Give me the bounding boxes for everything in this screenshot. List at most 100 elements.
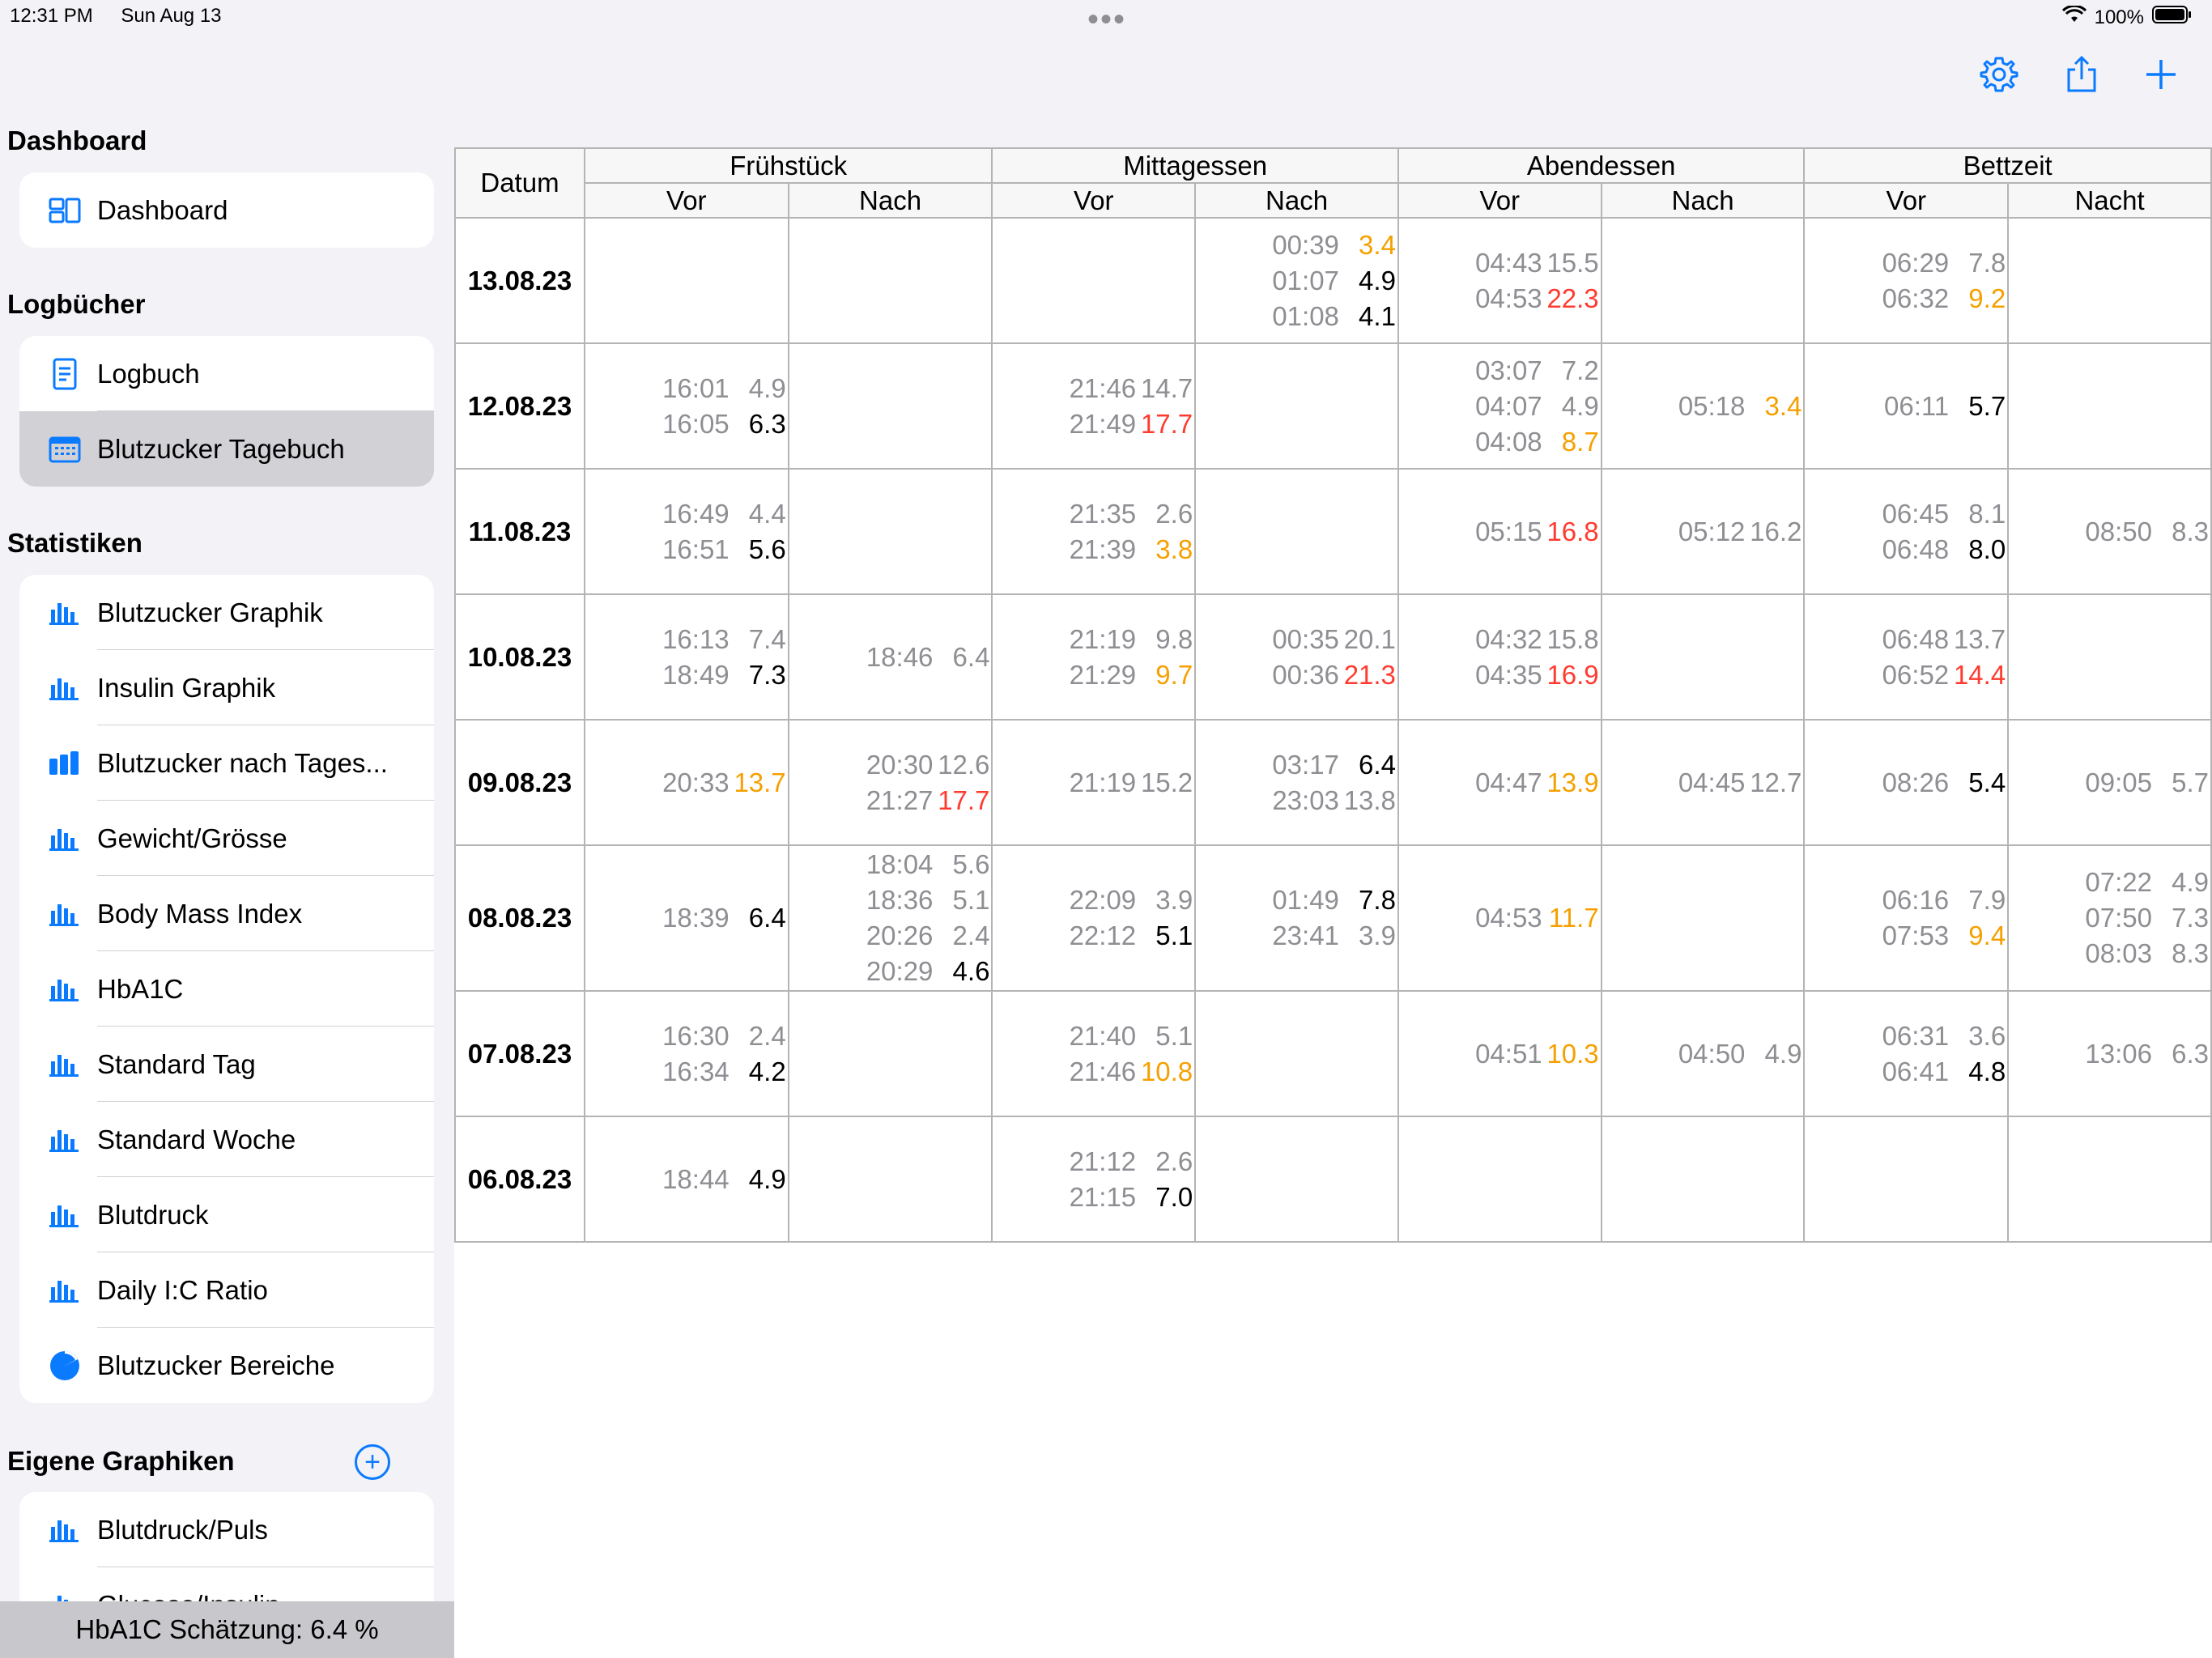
- section-stats-header: Statistiken: [7, 528, 143, 558]
- table-cell[interactable]: 04:47 13.9: [1397, 719, 1602, 846]
- table-cell[interactable]: [787, 990, 993, 1117]
- table-cell[interactable]: 06:31 3.6 06:41 4.8: [1803, 990, 2010, 1117]
- sidebar-item-blutdruck-puls[interactable]: Blutdruck/Puls: [19, 1492, 434, 1567]
- table-cell[interactable]: 06:16 7.9 07:53 9.4: [1803, 844, 2010, 992]
- table-row[interactable]: 07.08.23 16:30 2.4 16:34 4.2 21:40 5.1 21:46 10.…: [454, 990, 2212, 1117]
- table-cell[interactable]: [787, 1116, 993, 1243]
- table-cell[interactable]: 16:30 2.4 16:34 4.2: [583, 990, 789, 1117]
- table-cell[interactable]: 21:12 2.6 21:15 7.0: [991, 1116, 1197, 1243]
- table-cell[interactable]: 20:33 13.7: [583, 719, 789, 846]
- sidebar-item-blutzucker-nach-tages[interactable]: Blutzucker nach Tages...: [19, 725, 434, 801]
- table-row[interactable]: 12.08.23 16:01 4.9 16:05 6.3 21:46 14.7 21:49 17…: [454, 342, 2212, 470]
- table-cell[interactable]: [1803, 1116, 2010, 1243]
- table-cell[interactable]: 03:17 6.4 23:03 13.8: [1194, 719, 1399, 846]
- table-cell[interactable]: 06:29 7.8 06:32 9.2: [1803, 217, 2010, 344]
- table-cell[interactable]: 04:43 15.5 04:53 22.3: [1397, 217, 1602, 344]
- table-cell[interactable]: 06:45 8.1 06:48 8.0: [1803, 468, 2010, 595]
- table-cell[interactable]: 01:49 7.8 23:41 3.9: [1194, 844, 1399, 992]
- table-cell[interactable]: [2007, 1116, 2212, 1243]
- sidebar-item-hba1c[interactable]: HbA1C: [19, 951, 434, 1027]
- table-cell[interactable]: [2007, 342, 2212, 470]
- reading-time: 23:03: [1272, 784, 1339, 815]
- table-cell[interactable]: 16:01 4.9 16:05 6.3: [583, 342, 789, 470]
- table-cell[interactable]: [787, 217, 993, 344]
- sidebar-item-logbuch[interactable]: Logbuch: [19, 336, 434, 411]
- table-cell[interactable]: 18:04 5.6 18:36 5.1 20:26 2.4 20:29 4.6: [787, 844, 993, 992]
- settings-button[interactable]: [1978, 53, 2020, 96]
- table-cell[interactable]: 05:12 16.2: [1600, 468, 1806, 595]
- multitask-dots[interactable]: •••: [1087, 3, 1126, 36]
- table-cell[interactable]: 09:05 5.7: [2007, 719, 2212, 846]
- table-cell[interactable]: [1194, 990, 1399, 1117]
- table-cell[interactable]: [2007, 217, 2212, 344]
- table-cell[interactable]: 06:11 5.7: [1803, 342, 2010, 470]
- reading-time: 18:39: [662, 903, 730, 933]
- table-cell[interactable]: [1194, 342, 1399, 470]
- table-cell[interactable]: 00:39 3.4 01:07 4.9 01:08 4.1: [1194, 217, 1399, 344]
- reading-entry: 01:07 4.9: [1196, 263, 1396, 299]
- table-cell[interactable]: 00:35 20.1 00:36 21.3: [1194, 593, 1399, 721]
- reading-time: 20:30: [866, 749, 934, 780]
- table-cell[interactable]: 04:53 11.7: [1397, 844, 1602, 992]
- sidebar-item-dashboard[interactable]: Dashboard: [19, 172, 434, 248]
- sidebar-item-body-mass-index[interactable]: Body Mass Index: [19, 876, 434, 951]
- table-cell[interactable]: 18:44 4.9: [583, 1116, 789, 1243]
- table-cell[interactable]: [1194, 468, 1399, 595]
- table-cell[interactable]: 13:06 6.3: [2007, 990, 2212, 1117]
- add-button[interactable]: [2140, 53, 2182, 96]
- sidebar-item-blutzucker-tagebuch[interactable]: Blutzucker Tagebuch: [19, 411, 434, 487]
- table-row[interactable]: 11.08.23 16:49 4.4 16:51 5.6 21:35 2.6 21:39 3.8…: [454, 468, 2212, 595]
- table-cell[interactable]: [2007, 593, 2212, 721]
- sidebar-item-standard-tag[interactable]: Standard Tag: [19, 1027, 434, 1102]
- table-row[interactable]: 10.08.23 16:13 7.4 18:49 7.3 18:46 6.4 21:19 9.8…: [454, 593, 2212, 721]
- table-cell[interactable]: 06:48 13.7 06:52 14.4: [1803, 593, 2010, 721]
- table-cell[interactable]: 04:45 12.7: [1600, 719, 1806, 846]
- sidebar-item-blutdruck[interactable]: Blutdruck: [19, 1177, 434, 1252]
- table-cell[interactable]: [583, 217, 789, 344]
- reading-value: 22.3: [1546, 283, 1599, 313]
- table-cell[interactable]: [1600, 1116, 1806, 1243]
- table-cell[interactable]: 21:46 14.7 21:49 17.7: [991, 342, 1197, 470]
- table-cell[interactable]: 04:51 10.3: [1397, 990, 1602, 1117]
- sidebar-item-standard-woche[interactable]: Standard Woche: [19, 1102, 434, 1177]
- table-cell[interactable]: [1600, 593, 1806, 721]
- sidebar-item-daily-i-c-ratio[interactable]: Daily I:C Ratio: [19, 1252, 434, 1328]
- table-cell[interactable]: 20:30 12.6 21:27 17.7: [787, 719, 993, 846]
- table-cell[interactable]: 08:50 8.3: [2007, 468, 2212, 595]
- reading-entry: 07:22 4.9: [2009, 865, 2209, 900]
- table-cell[interactable]: 04:50 4.9: [1600, 990, 1806, 1117]
- table-row[interactable]: 08.08.23 18:39 6.4 18:04 5.6 18:36 5.1 20:26 2.4…: [454, 844, 2212, 992]
- table-cell[interactable]: [1600, 217, 1806, 344]
- table-cell[interactable]: [991, 217, 1197, 344]
- table-cell[interactable]: 07:22 4.9 07:50 7.3 08:03 8.3: [2007, 844, 2212, 992]
- table-cell[interactable]: 22:09 3.9 22:12 5.1: [991, 844, 1197, 992]
- table-cell[interactable]: 04:32 15.8 04:35 16.9: [1397, 593, 1602, 721]
- reading-value: 5.4: [1968, 767, 2006, 797]
- table-cell[interactable]: [1194, 1116, 1399, 1243]
- table-cell[interactable]: 21:19 9.8 21:29 9.7: [991, 593, 1197, 721]
- table-row[interactable]: 06.08.23 18:44 4.9 21:12 2.6 21:15 7.0: [454, 1116, 2212, 1243]
- table-cell[interactable]: 05:18 3.4: [1600, 342, 1806, 470]
- table-cell[interactable]: 05:15 16.8: [1397, 468, 1602, 595]
- sidebar-item-blutzucker-graphik[interactable]: Blutzucker Graphik: [19, 575, 434, 650]
- share-button[interactable]: [2061, 53, 2103, 96]
- table-cell[interactable]: 21:19 15.2: [991, 719, 1197, 846]
- table-cell[interactable]: [1397, 1116, 1602, 1243]
- sidebar-item-blutzucker-bereiche[interactable]: Blutzucker Bereiche: [19, 1328, 434, 1403]
- sidebar-item-insulin-graphik[interactable]: Insulin Graphik: [19, 650, 434, 725]
- table-cell[interactable]: 03:07 7.2 04:07 4.9 04:08 8.7: [1397, 342, 1602, 470]
- table-cell[interactable]: 18:39 6.4: [583, 844, 789, 992]
- table-cell[interactable]: 21:40 5.1 21:46 10.8: [991, 990, 1197, 1117]
- table-cell[interactable]: 16:13 7.4 18:49 7.3: [583, 593, 789, 721]
- table-cell[interactable]: 18:46 6.4: [787, 593, 993, 721]
- table-cell[interactable]: [787, 342, 993, 470]
- table-cell[interactable]: 16:49 4.4 16:51 5.6: [583, 468, 789, 595]
- add-custom-graph-button[interactable]: +: [355, 1444, 390, 1480]
- table-cell[interactable]: 21:35 2.6 21:39 3.8: [991, 468, 1197, 595]
- table-cell[interactable]: 08:26 5.4: [1803, 719, 2010, 846]
- table-cell[interactable]: [787, 468, 993, 595]
- table-row[interactable]: 09.08.23 20:33 13.7 20:30 12.6 21:27 17.7 21:19…: [454, 719, 2212, 846]
- table-cell[interactable]: [1600, 844, 1806, 992]
- table-row[interactable]: 13.08.23 00:39 3.4 01:07 4.9 01:08 4.1 04:43 15.…: [454, 217, 2212, 344]
- sidebar-item-gewicht-gr-sse[interactable]: Gewicht/Grösse: [19, 801, 434, 876]
